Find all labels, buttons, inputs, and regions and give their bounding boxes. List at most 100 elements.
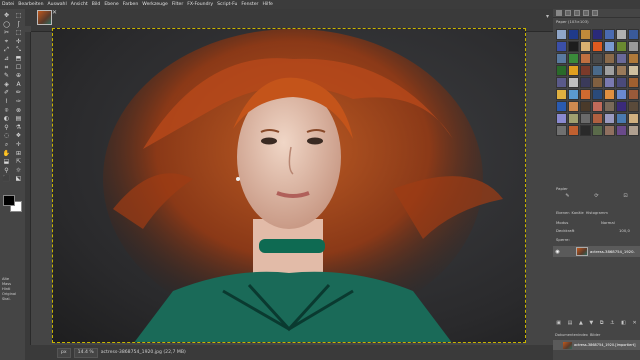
pattern-swatch[interactable] <box>580 89 591 100</box>
image-canvas[interactable] <box>52 28 526 343</box>
pattern-swatch[interactable] <box>616 113 627 124</box>
pattern-swatch[interactable] <box>616 89 627 100</box>
menu-item[interactable]: Filter <box>172 0 183 9</box>
delete-layer-icon[interactable]: ✕ <box>632 320 636 328</box>
menu-item[interactable]: Auswahl <box>48 0 67 9</box>
tab-patterns[interactable] <box>556 10 562 16</box>
pattern-swatch[interactable] <box>568 77 579 88</box>
tool-icon[interactable]: ⚲ <box>1 124 12 133</box>
pattern-swatch[interactable] <box>628 65 639 76</box>
pattern-swatch[interactable] <box>580 65 591 76</box>
pattern-swatch[interactable] <box>616 101 627 112</box>
tab-histogram[interactable]: Histogramm <box>586 211 608 215</box>
tool-icon[interactable]: ✋ <box>1 150 12 159</box>
pattern-swatch[interactable] <box>556 125 567 136</box>
tool-icon[interactable]: ⌾ <box>1 107 12 116</box>
tool-icon[interactable]: ❖ <box>13 132 24 141</box>
pattern-swatch[interactable] <box>568 65 579 76</box>
eye-icon[interactable]: ◉ <box>553 249 562 255</box>
tool-icon[interactable]: ⊕ <box>13 72 24 81</box>
pattern-swatch[interactable] <box>628 41 639 52</box>
raise-layer-icon[interactable]: ▲ <box>579 320 583 328</box>
tool-icon[interactable]: ⊿ <box>1 55 12 64</box>
pattern-swatch[interactable] <box>592 101 603 112</box>
pattern-swatch[interactable] <box>556 113 567 124</box>
tool-icon[interactable]: ✏ <box>13 89 24 98</box>
duplicate-layer-icon[interactable]: ⧉ <box>600 320 604 328</box>
pattern-swatch[interactable] <box>628 125 639 136</box>
pattern-swatch[interactable] <box>604 113 615 124</box>
menu-item[interactable]: FX-Foundry <box>187 0 213 9</box>
open-as-image-icon[interactable]: ⊡ <box>623 193 627 199</box>
pattern-swatch[interactable] <box>628 101 639 112</box>
pattern-swatch[interactable] <box>568 113 579 124</box>
pattern-swatch[interactable] <box>592 41 603 52</box>
pattern-swatch[interactable] <box>580 41 591 52</box>
opacity-value[interactable]: 100,0 <box>619 228 630 233</box>
pattern-swatch[interactable] <box>604 101 615 112</box>
tool-icon[interactable]: ⌗ <box>1 64 12 73</box>
pattern-swatch[interactable] <box>604 29 615 40</box>
edit-icon[interactable]: ✎ <box>565 193 569 199</box>
tool-icon[interactable]: ⬚ <box>13 12 24 21</box>
refresh-icon[interactable]: ⟳ <box>594 193 598 199</box>
tool-icon[interactable]: ⬒ <box>13 55 24 64</box>
tool-icon[interactable]: ⌖ <box>1 38 12 47</box>
pattern-swatch[interactable] <box>580 29 591 40</box>
pattern-swatch[interactable] <box>604 41 615 52</box>
pattern-swatch[interactable] <box>616 29 627 40</box>
unit-select[interactable]: px <box>57 347 71 358</box>
pattern-swatch[interactable] <box>568 41 579 52</box>
tool-icon[interactable]: ⌕ <box>1 141 12 150</box>
tool-icon[interactable]: ⬛ <box>1 175 12 184</box>
tool-icon[interactable]: ⬕ <box>13 175 24 184</box>
document-entry[interactable]: actress-3868754_1920.[Importiert] <box>553 340 640 350</box>
tool-icon[interactable]: ◯ <box>1 21 12 30</box>
tool-icon[interactable]: ⬓ <box>1 158 12 167</box>
pattern-swatch[interactable] <box>616 65 627 76</box>
tool-icon[interactable]: ʃ <box>13 21 24 30</box>
tool-icon[interactable]: ✛ <box>13 141 24 150</box>
pattern-swatch[interactable] <box>604 53 615 64</box>
pattern-swatch[interactable] <box>556 53 567 64</box>
pattern-swatch[interactable] <box>628 29 639 40</box>
chevron-down-icon[interactable]: ▾ <box>546 13 549 20</box>
pattern-swatch[interactable] <box>604 77 615 88</box>
canvas-area[interactable] <box>31 28 553 345</box>
tab-channels[interactable]: Kanäle <box>572 211 584 215</box>
menu-item[interactable]: Hilfe <box>262 0 272 9</box>
menu-item[interactable]: Bild <box>92 0 101 9</box>
tool-icon[interactable]: ✥ <box>1 12 12 21</box>
pattern-swatch[interactable] <box>556 77 567 88</box>
pattern-swatch[interactable] <box>616 125 627 136</box>
image-tab-thumbnail[interactable] <box>37 10 52 25</box>
tool-icon[interactable]: ⬚ <box>13 29 24 38</box>
pattern-swatch[interactable] <box>628 77 639 88</box>
new-group-icon[interactable]: ▤ <box>568 320 573 328</box>
pattern-swatch[interactable] <box>592 29 603 40</box>
menu-item[interactable]: Ebene <box>104 0 118 9</box>
tool-icon[interactable]: ✑ <box>13 98 24 107</box>
tool-icon[interactable]: ⤢ <box>1 46 12 55</box>
pattern-swatch[interactable] <box>592 77 603 88</box>
tool-icon[interactable]: ⊞ <box>13 150 24 159</box>
menu-item[interactable]: Script-Fu <box>217 0 237 9</box>
menu-item[interactable]: Ansicht <box>71 0 88 9</box>
new-layer-icon[interactable]: ▣ <box>556 320 561 328</box>
tab-images[interactable]: Bilder <box>590 333 600 337</box>
pattern-swatch[interactable] <box>556 41 567 52</box>
tool-icon[interactable]: ☐ <box>13 64 24 73</box>
tool-icon[interactable]: ▤ <box>13 115 24 124</box>
pattern-swatch[interactable] <box>604 89 615 100</box>
menu-item[interactable]: Bearbeiten <box>18 0 43 9</box>
tool-icon[interactable]: ◈ <box>1 81 12 90</box>
tool-icon[interactable]: A <box>13 81 24 90</box>
tab-palettes[interactable] <box>592 10 598 16</box>
tool-icon[interactable]: ☼ <box>13 167 24 176</box>
layer-row[interactable]: ◉ actress-3868754_1920. <box>553 246 640 257</box>
tool-icon[interactable]: ✢ <box>13 38 24 47</box>
tool-icon[interactable]: ⚲ <box>1 167 12 176</box>
pattern-swatch[interactable] <box>556 101 567 112</box>
menu-item[interactable]: Farben <box>123 0 139 9</box>
tab-gradients[interactable] <box>583 10 589 16</box>
